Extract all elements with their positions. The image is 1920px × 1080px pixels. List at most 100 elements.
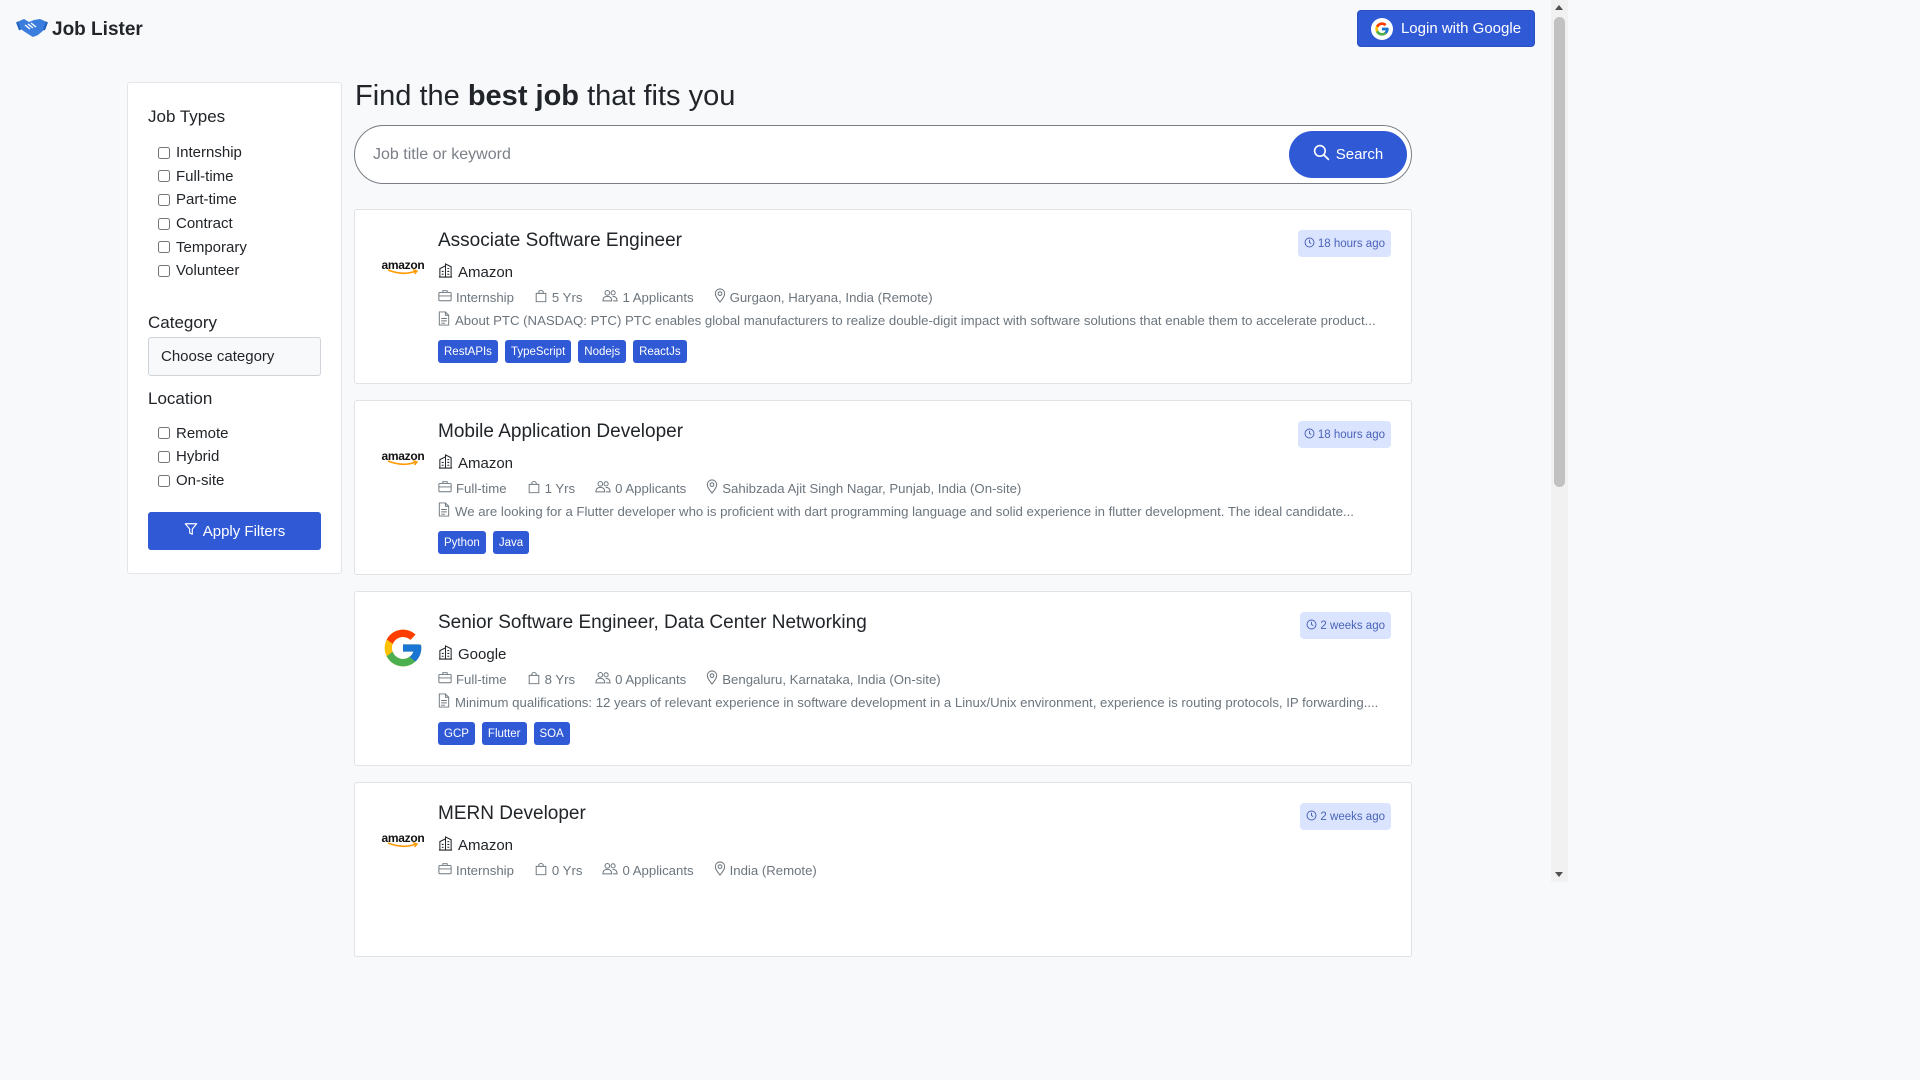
- experience: 0 Yrs: [534, 862, 583, 879]
- search-label: Search: [1335, 146, 1384, 163]
- clock-icon: [1304, 237, 1315, 251]
- job-type-checkbox[interactable]: [158, 193, 170, 206]
- skill-tag[interactable]: ReactJs: [633, 340, 687, 363]
- location: Sahibzada Ajit Singh Nagar, Punjab, Indi…: [706, 479, 1021, 497]
- search-icon: [1313, 144, 1330, 165]
- job-type-option[interactable]: Part-time: [158, 188, 321, 212]
- job-title[interactable]: Senior Software Engineer, Data Center Ne…: [438, 612, 867, 634]
- briefcase-icon: [438, 480, 452, 496]
- search-bar: Search: [354, 125, 1412, 184]
- applicants: 0 Applicants: [595, 671, 686, 687]
- skill-tag[interactable]: TypeScript: [504, 340, 572, 363]
- map-pin-icon: [714, 288, 726, 306]
- company-row: Google: [438, 645, 506, 664]
- location-title: Location: [148, 388, 213, 408]
- location-label: Hybrid: [176, 448, 220, 466]
- job-title[interactable]: MERN Developer: [438, 803, 586, 825]
- applicants: 0 Applicants: [602, 862, 694, 878]
- company-name: Google: [458, 646, 507, 663]
- job-type-option[interactable]: Volunteer: [158, 259, 321, 283]
- handshake-icon: [16, 14, 48, 45]
- company-row: Amazon: [438, 454, 513, 473]
- login-with-google-button[interactable]: Login with Google: [1357, 10, 1535, 47]
- job-type-option[interactable]: Contract: [158, 212, 321, 236]
- skill-tag[interactable]: GCP: [438, 722, 475, 745]
- skill-tag[interactable]: Flutter: [481, 722, 527, 745]
- scroll-down-icon[interactable]: [1555, 872, 1563, 877]
- skill-tag[interactable]: RestAPIs: [438, 340, 498, 363]
- skill-tag[interactable]: Java: [492, 531, 530, 554]
- amazon-logo: amazon: [381, 448, 425, 465]
- location-checkbox[interactable]: [158, 427, 170, 440]
- location-checkbox[interactable]: [158, 474, 170, 487]
- skill-tag[interactable]: Python: [438, 531, 486, 554]
- location-checkbox[interactable]: [158, 450, 170, 463]
- job-card[interactable]: amazon Mobile Application Developer 18 h…: [354, 400, 1412, 575]
- category-select[interactable]: Choose category: [148, 336, 321, 376]
- clock-icon: [1306, 619, 1317, 633]
- briefcase-icon: [438, 862, 452, 878]
- skill-tag[interactable]: Nodejs: [578, 340, 627, 363]
- location: Bengaluru, Karnataka, India (On-site): [706, 670, 941, 688]
- job-type: Full-time: [438, 671, 507, 687]
- job-type-checkbox[interactable]: [158, 217, 170, 230]
- job-type-checkbox[interactable]: [158, 241, 170, 254]
- login-label: Login with Google: [1400, 20, 1522, 37]
- page-scrollbar[interactable]: [1551, 0, 1568, 882]
- search-button[interactable]: Search: [1289, 131, 1407, 178]
- page-title: Find the best job that fits you: [355, 80, 735, 113]
- posted-time: 18 hours ago: [1317, 428, 1385, 441]
- document-icon: [438, 311, 450, 329]
- location-text: India (Remote): [729, 862, 817, 878]
- company-row: Amazon: [438, 263, 513, 282]
- posted-time: 2 weeks ago: [1320, 619, 1385, 632]
- location: Gurgaon, Haryana, India (Remote): [714, 288, 933, 306]
- filter-icon: [184, 522, 198, 540]
- amazon-logo: amazon: [381, 830, 425, 847]
- job-card[interactable]: Senior Software Engineer, Data Center Ne…: [354, 591, 1412, 766]
- job-meta: Full-time 1 Yrs 0 Applicants Sahibzada A…: [438, 479, 1041, 497]
- posted-time-badge: 18 hours ago: [1297, 230, 1391, 257]
- job-description: Minimum qualifications: 12 years of rele…: [438, 693, 1378, 711]
- job-type-label: Internship: [176, 144, 242, 162]
- job-title[interactable]: Associate Software Engineer: [438, 230, 682, 252]
- briefcase-icon: [438, 289, 452, 305]
- location-option[interactable]: On-site: [158, 469, 321, 493]
- scroll-up-icon[interactable]: [1555, 5, 1563, 10]
- skill-tags: GCP Flutter SOA: [438, 722, 570, 745]
- title-suffix: that fits you: [579, 80, 736, 112]
- job-type-checkbox[interactable]: [158, 264, 170, 277]
- location-text: Gurgaon, Haryana, India (Remote): [729, 289, 933, 305]
- filters-sidebar: Job Types Internship Full-time Part-time…: [127, 82, 342, 574]
- experience-text: 0 Yrs: [551, 862, 583, 878]
- bag-icon: [527, 671, 541, 688]
- location-option[interactable]: Hybrid: [158, 445, 321, 469]
- job-type-checkbox[interactable]: [158, 170, 170, 183]
- job-type-option[interactable]: Internship: [158, 141, 321, 165]
- search-input[interactable]: [373, 142, 1253, 168]
- clock-icon: [1306, 810, 1317, 824]
- job-type-checkbox[interactable]: [158, 146, 170, 159]
- job-type-option[interactable]: Temporary: [158, 235, 321, 259]
- people-icon: [602, 862, 619, 878]
- apply-filters-button[interactable]: Apply Filters: [148, 512, 321, 551]
- experience-text: 1 Yrs: [544, 480, 576, 496]
- job-type-text: Full-time: [456, 480, 507, 496]
- job-types-title: Job Types: [148, 107, 226, 126]
- job-card[interactable]: amazon MERN Developer 2 weeks ago Amazon…: [354, 782, 1412, 957]
- job-type-option[interactable]: Full-time: [158, 165, 321, 189]
- job-type-label: Contract: [176, 215, 233, 233]
- posted-time: 18 hours ago: [1317, 237, 1385, 250]
- amazon-logo: amazon: [381, 257, 425, 274]
- location-label: Remote: [176, 424, 229, 442]
- company-name: Amazon: [458, 455, 514, 472]
- scrollbar-thumb[interactable]: [1554, 17, 1565, 487]
- skill-tags: RestAPIs TypeScript Nodejs ReactJs: [438, 340, 687, 363]
- location-option[interactable]: Remote: [158, 422, 321, 446]
- skill-tag[interactable]: SOA: [533, 722, 570, 745]
- job-type-label: Volunteer: [176, 262, 240, 280]
- people-icon: [602, 289, 619, 305]
- job-title[interactable]: Mobile Application Developer: [438, 421, 683, 443]
- brand[interactable]: Job Lister: [16, 14, 143, 45]
- job-card[interactable]: amazon Associate Software Engineer 18 ho…: [354, 209, 1412, 384]
